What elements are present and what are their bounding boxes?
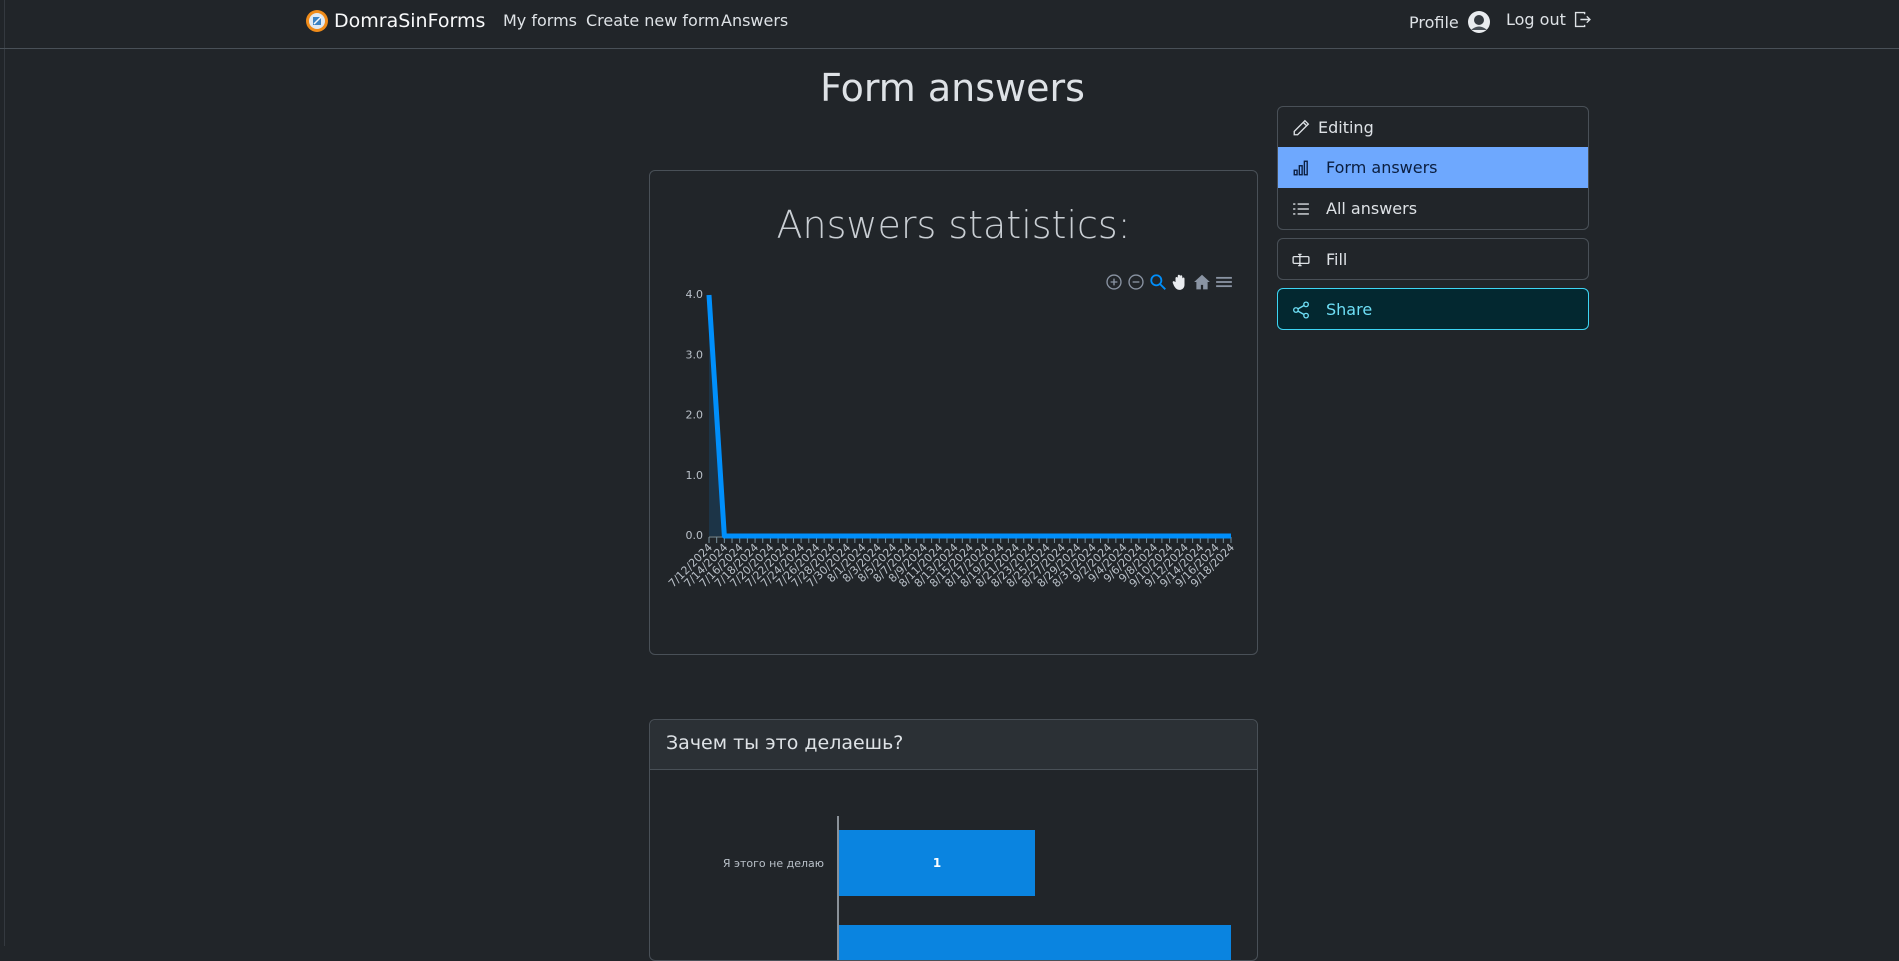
input-cursor-icon <box>1292 253 1310 267</box>
menu-item-form-answers[interactable]: Form answers <box>1278 147 1588 188</box>
top-navbar: DomraSinForms My forms Create new form A… <box>0 0 1899 49</box>
logout-icon <box>1574 11 1591 28</box>
bar-category-label: Я этого не делаю <box>723 857 824 870</box>
series-line <box>706 294 1231 539</box>
app-logo-icon <box>306 10 328 32</box>
question-card-header: Зачем ты это делаешь? <box>650 720 1257 770</box>
question-bar-chart: Я этого не делаю 1 <box>723 816 1231 960</box>
nav-my-forms[interactable]: My forms <box>503 11 577 30</box>
profile-link[interactable]: Profile <box>1409 10 1491 34</box>
menu-item-editing[interactable]: Editing <box>1278 107 1588 147</box>
series-area <box>709 295 1231 536</box>
nav-create-new-form[interactable]: Create new form <box>586 11 720 30</box>
y-tick-label: 2.0 <box>686 409 704 422</box>
y-tick-label: 1.0 <box>686 469 704 482</box>
nav-answers[interactable]: Answers <box>721 11 788 30</box>
menu-item-editing-label: Editing <box>1318 117 1374 137</box>
avatar <box>1467 11 1490 33</box>
share-menu: Share <box>1277 288 1589 330</box>
bar-value-label: 1 <box>933 856 941 870</box>
y-tick-label: 0.0 <box>686 529 704 542</box>
page-title: Form answers <box>820 66 1085 110</box>
logout-link[interactable]: Log out <box>1506 10 1591 29</box>
form-side-menu: Editing Form answers All answers <box>1277 106 1589 230</box>
fill-label: Fill <box>1326 249 1348 269</box>
brand-name: DomraSinForms <box>334 10 486 32</box>
question-title: Зачем ты это делаешь? <box>666 732 904 754</box>
y-tick-label: 3.0 <box>686 348 704 361</box>
question-card: Зачем ты это делаешь? Я этого не делаю 1 <box>649 719 1258 961</box>
answer-bar <box>839 925 1231 960</box>
answers-line-chart: 4.03.02.01.00.07/12/20247/14/20247/16/20… <box>666 288 1237 590</box>
menu-item-form-answers-label: Form answers <box>1326 158 1438 177</box>
menu-item-all-answers[interactable]: All answers <box>1278 188 1588 229</box>
logout-label: Log out <box>1506 10 1566 29</box>
share-button[interactable]: Share <box>1278 289 1588 329</box>
pencil-icon <box>1293 119 1310 136</box>
list-icon <box>1293 203 1309 215</box>
share-icon <box>1293 301 1309 319</box>
brand-link[interactable]: DomraSinForms <box>305 9 485 33</box>
fill-button[interactable]: Fill <box>1278 239 1588 279</box>
share-label: Share <box>1326 299 1373 319</box>
y-tick-label: 4.0 <box>686 288 704 301</box>
profile-label: Profile <box>1409 12 1459 32</box>
window-edge <box>4 0 5 946</box>
fill-menu: Fill <box>1277 238 1589 280</box>
bar-chart-icon <box>1293 160 1308 176</box>
answers-statistics-card: Answers statistics: 4.0 3.0 2.0 1.0 0.0 7/12/… <box>649 170 1258 655</box>
menu-item-all-answers-label: All answers <box>1326 199 1418 218</box>
